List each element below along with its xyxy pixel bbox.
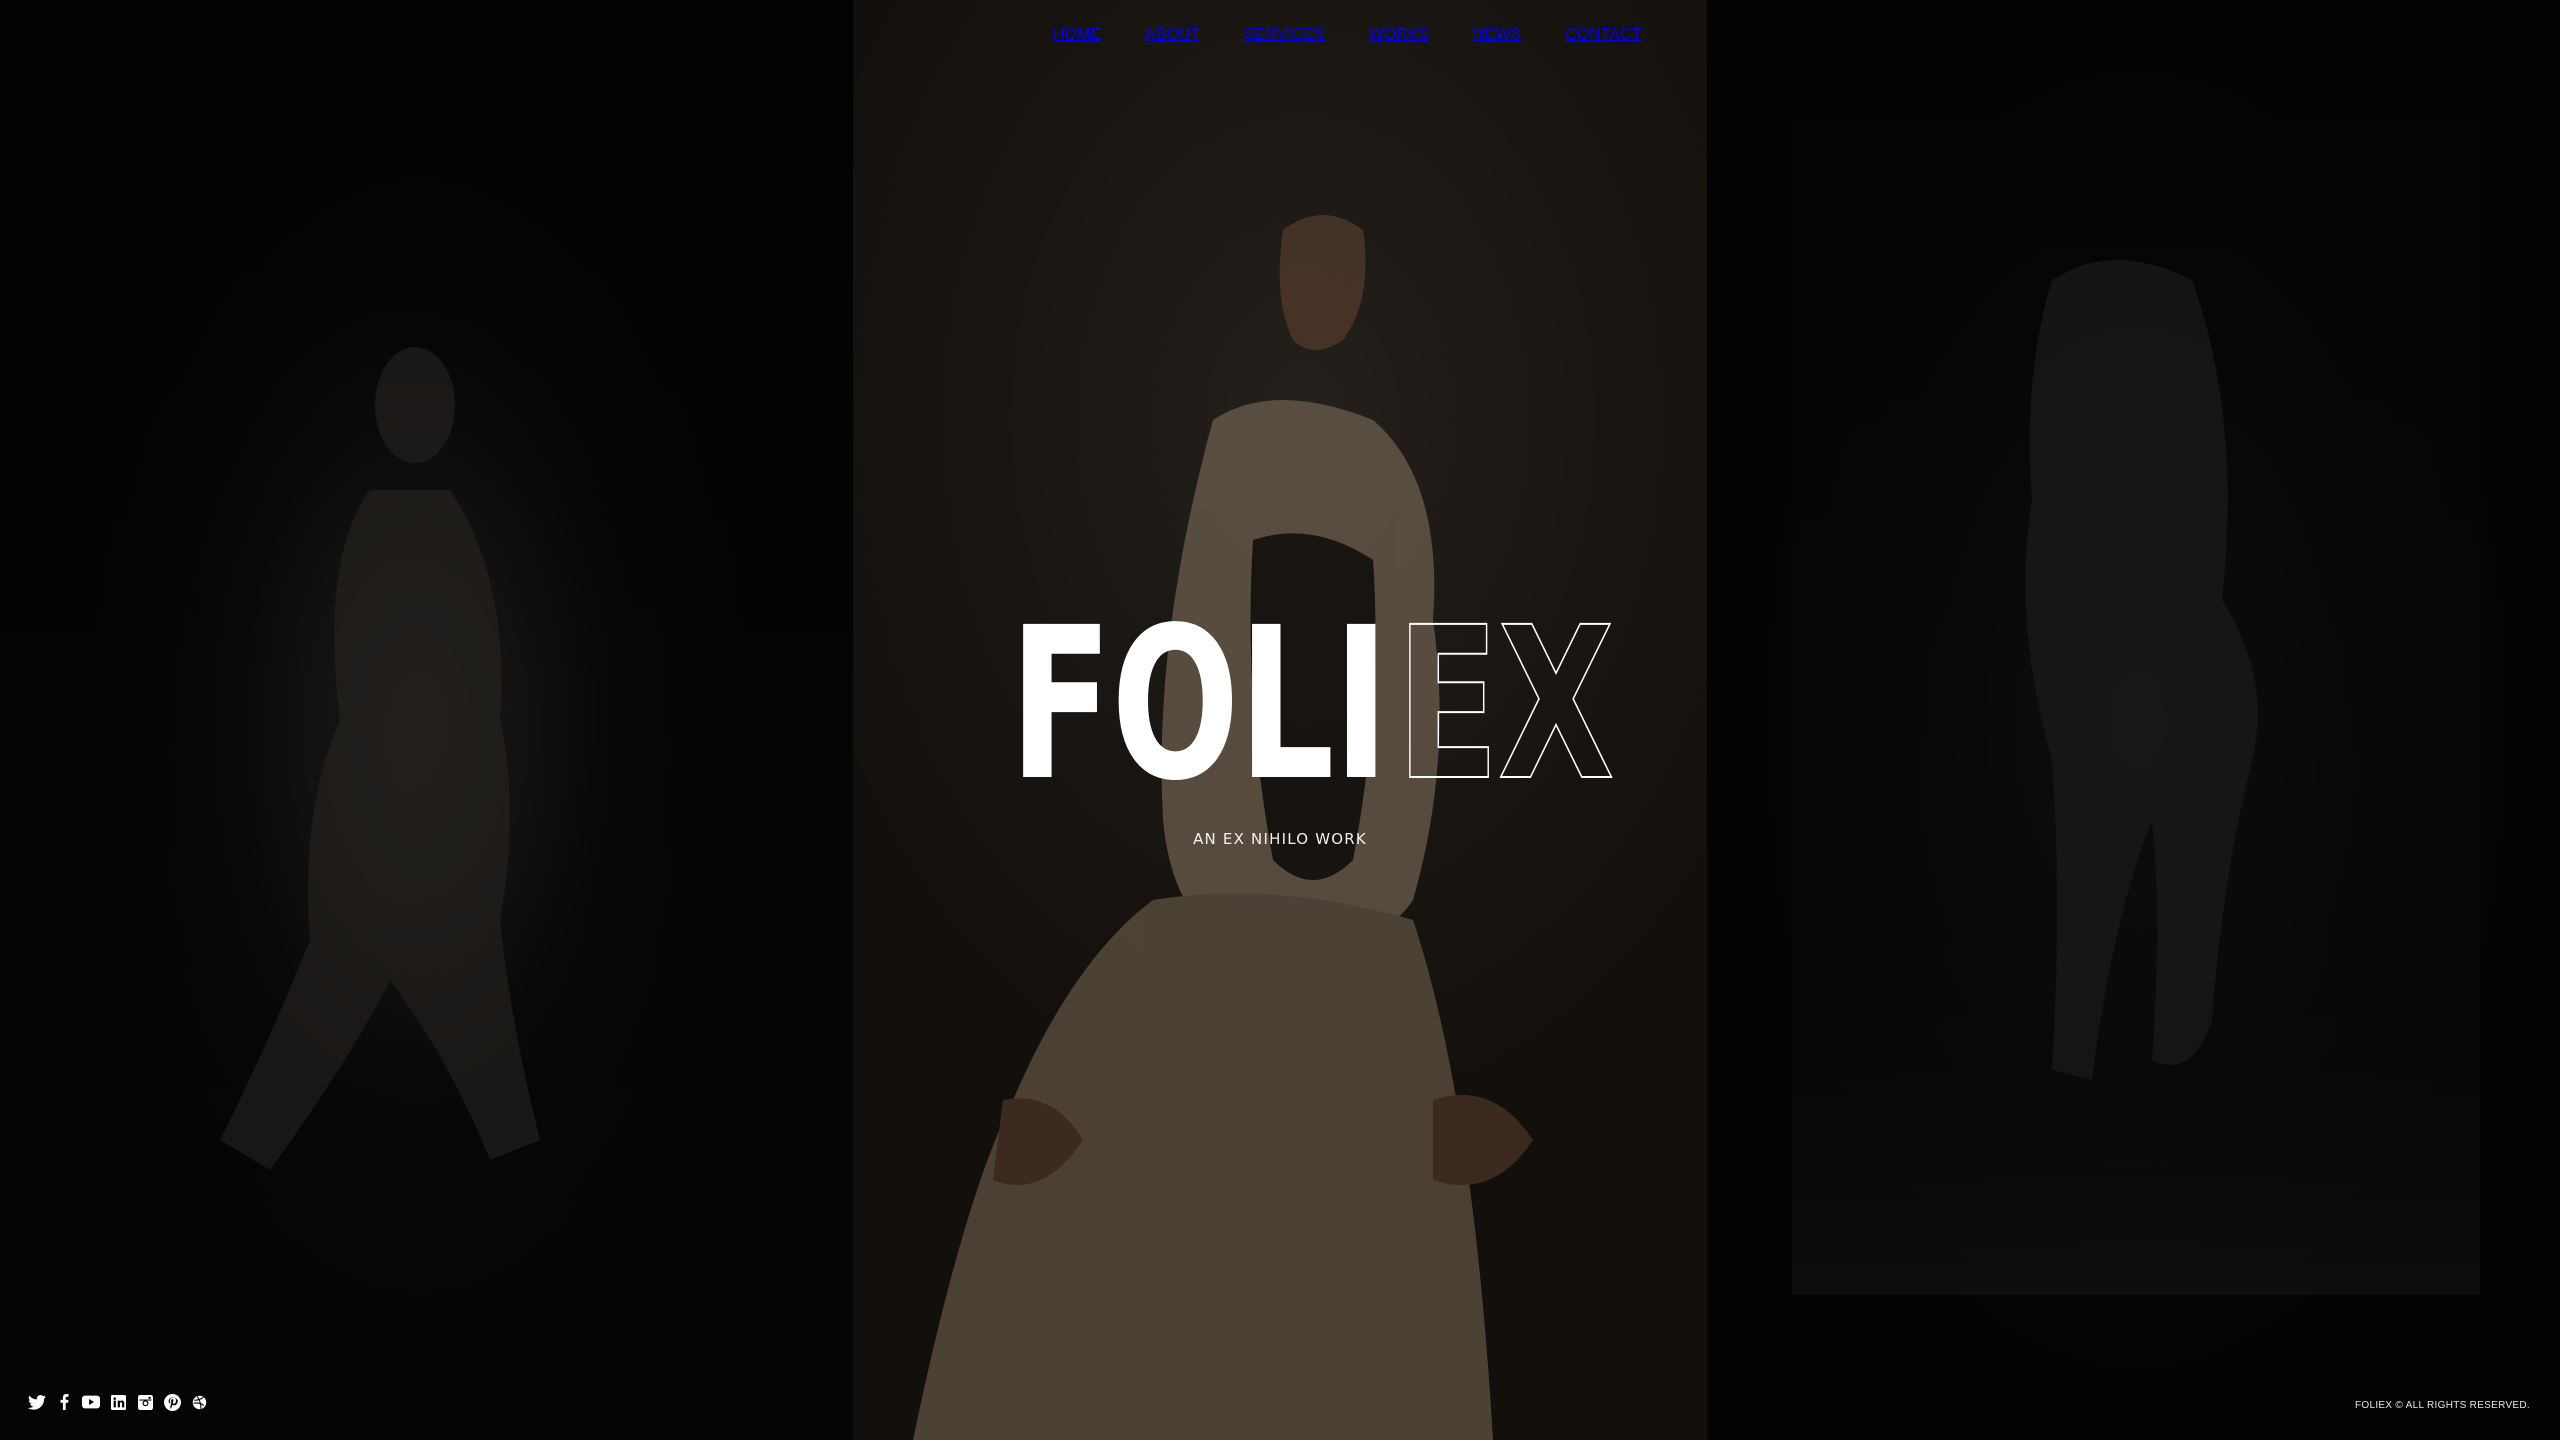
hero-title-outline: EX [1396, 582, 1616, 827]
nav-works[interactable]: WORKS [1369, 26, 1429, 44]
dribbble-icon[interactable] [190, 1393, 208, 1411]
linkedin-icon[interactable] [109, 1393, 127, 1411]
pinterest-icon[interactable] [163, 1393, 181, 1411]
youtube-icon[interactable] [82, 1393, 100, 1411]
hero-title: FOLIEX [0, 582, 2560, 827]
nav-services[interactable]: SERVICES [1244, 26, 1325, 44]
nav-news[interactable]: NEWS [1473, 26, 1521, 44]
hero-title-solid: FOLI [1009, 582, 1390, 827]
main-navigation: HOME ABOUT SERVICES WORKS NEWS CONTACT [1053, 26, 1641, 44]
facebook-icon[interactable] [55, 1393, 73, 1411]
nav-home[interactable]: HOME [1053, 26, 1101, 44]
twitter-icon[interactable] [28, 1393, 46, 1411]
instagram-icon[interactable] [136, 1393, 154, 1411]
social-links [28, 1393, 208, 1411]
nav-about[interactable]: ABOUT [1145, 26, 1200, 44]
copyright-text: FOLIEX © ALL RIGHTS RESERVED. [2354, 1400, 2530, 1411]
nav-contact[interactable]: CONTACT [1565, 26, 1641, 44]
hero-tagline: AN EX NIHILO WORK [1193, 830, 1367, 848]
